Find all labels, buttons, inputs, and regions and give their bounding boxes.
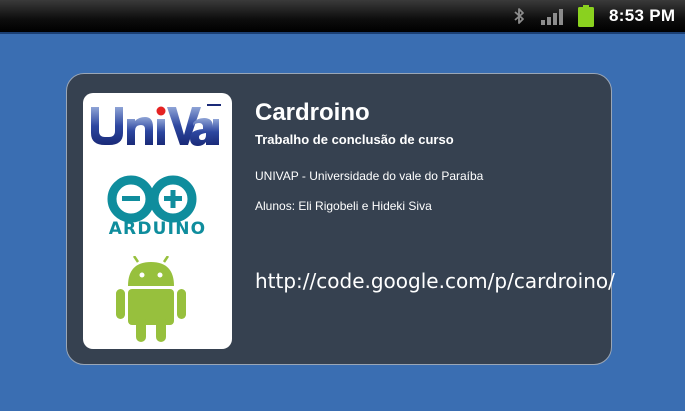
bluetooth-icon: [514, 8, 524, 24]
about-card: ARDUINO Cardroino Trabalho de conclusão …: [66, 73, 615, 365]
app-title: Cardroino: [255, 99, 370, 126]
univap-logo: [91, 104, 221, 146]
project-url-link[interactable]: http://code.google.com/p/cardroino/: [255, 269, 615, 293]
signal-strength-icon: [541, 9, 563, 25]
university-text: UNIVAP - Universidade do vale do Paraíba: [255, 169, 484, 183]
students-text: Alunos: Eli Rigobeli e Hideki Siva: [255, 199, 432, 213]
status-bar: 8:53 PM: [0, 0, 685, 34]
logo-panel: ARDUINO: [83, 93, 232, 349]
android-robot-icon: [116, 256, 186, 342]
arduino-logo-text: ARDUINO: [108, 219, 207, 239]
subtitle: Trabalho de conclusão de curso: [255, 132, 454, 147]
battery-icon: [578, 5, 594, 27]
clock: 8:53 PM: [609, 6, 676, 25]
